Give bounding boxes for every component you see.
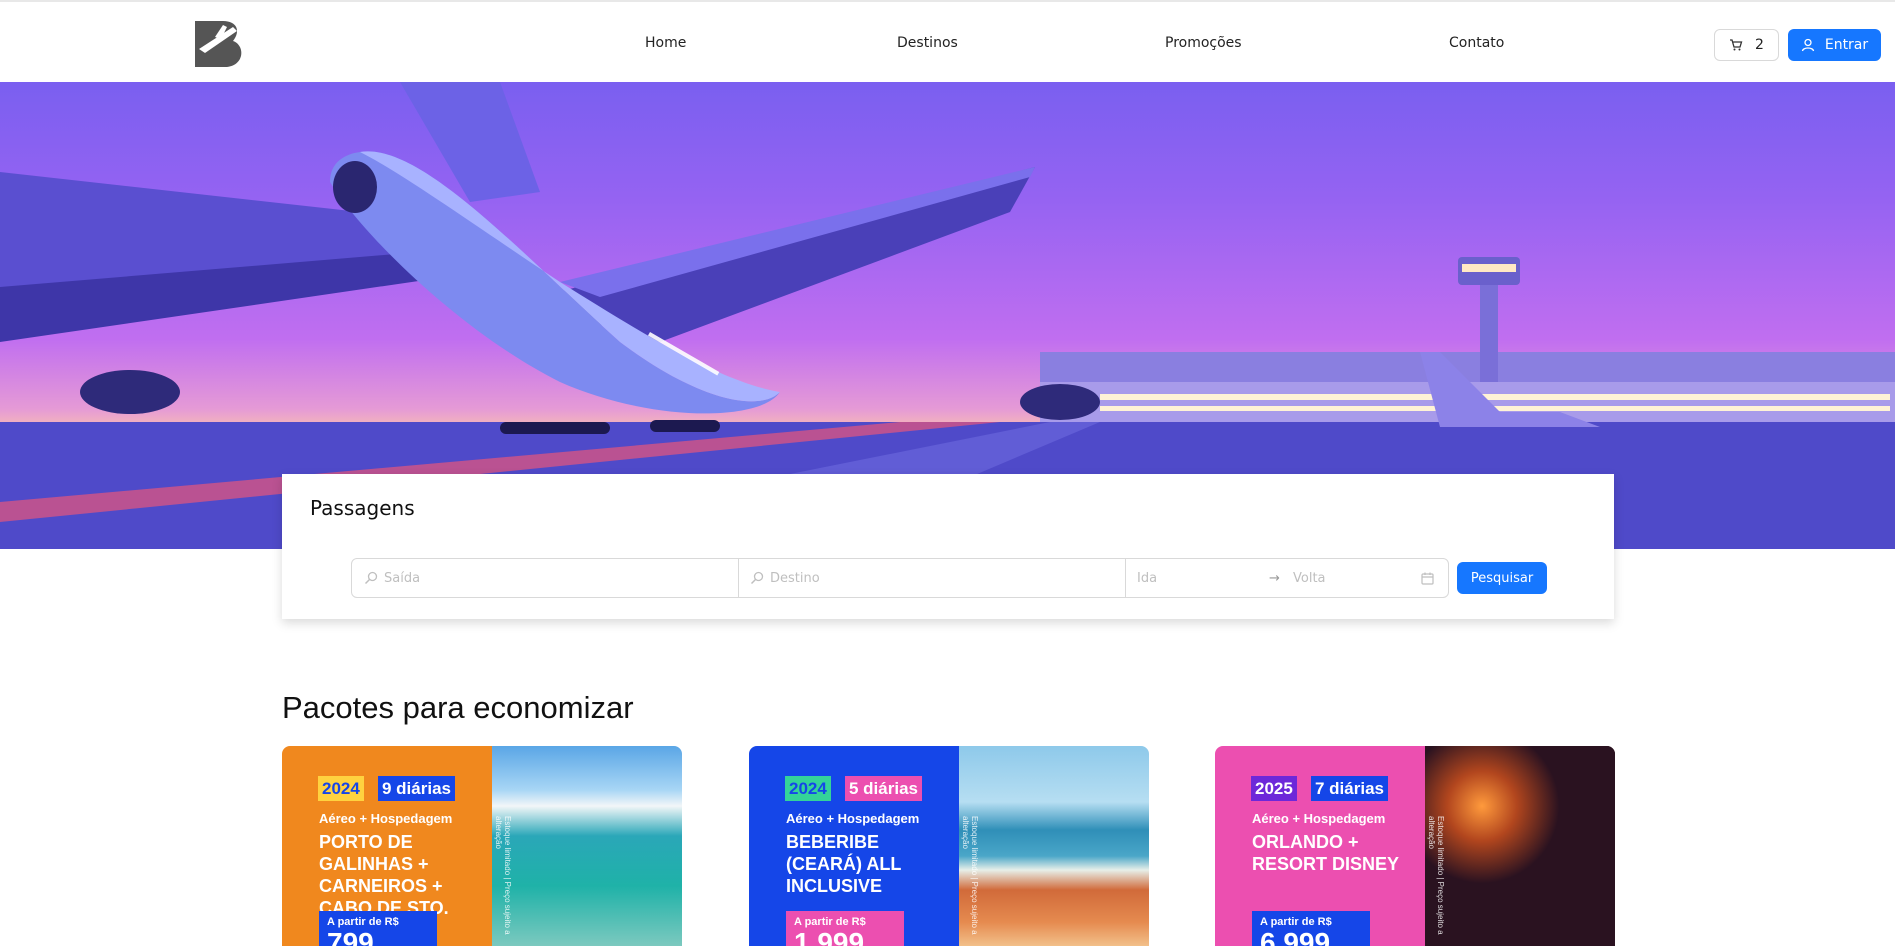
cart-icon: [1730, 39, 1743, 51]
package-info: 2024 5 diárias Aéreo + Hospedagem BEBERI…: [749, 746, 959, 946]
package-price-box: A partir de R$ 799: [319, 911, 437, 946]
package-name: BEBERIBE (CEARÁ) ALL INCLUSIVE: [786, 832, 901, 896]
top-navbar: Home Destinos Promoções Contato 2 Entrar: [0, 0, 1895, 82]
user-icon: [1801, 38, 1814, 52]
search-title: Passagens: [310, 496, 415, 520]
search-button[interactable]: Pesquisar: [1457, 562, 1547, 594]
package-price-box: A partir de R$ 6.999: [1252, 911, 1370, 946]
nav-destinos[interactable]: Destinos: [897, 35, 958, 51]
search-icon: [750, 571, 764, 585]
packages-title: Pacotes para economizar: [282, 690, 634, 725]
cart-button[interactable]: 2: [1714, 29, 1779, 61]
logo[interactable]: [193, 19, 247, 69]
package-year: 2024: [785, 776, 831, 801]
package-price: 6.999: [1260, 927, 1331, 946]
package-name: ORLANDO + RESORT DISNEY: [1252, 832, 1400, 874]
package-price: 1.999: [794, 927, 865, 946]
package-days: 5 diárias: [845, 776, 922, 801]
destination-field[interactable]: Destino: [750, 559, 1120, 597]
package-note: Estoque limitado | Preço sujeito a alter…: [494, 816, 512, 935]
arrow-right-icon: →: [1269, 570, 1280, 586]
package-year: 2025: [1251, 776, 1297, 801]
package-year: 2024: [318, 776, 364, 801]
departure-date-field[interactable]: Ida: [1137, 559, 1267, 597]
package-card[interactable]: 2024 9 diárias Aéreo + Hospedagem PORTO …: [282, 746, 682, 946]
package-price-box: A partir de R$ 1.999: [786, 911, 904, 946]
nav-promocoes[interactable]: Promoções: [1165, 35, 1242, 51]
package-info: 2024 9 diárias Aéreo + Hospedagem PORTO …: [282, 746, 492, 946]
package-subtitle: Aéreo + Hospedagem: [319, 811, 453, 826]
divider: [1125, 559, 1126, 597]
cart-count: 2: [1755, 37, 1764, 53]
package-info: 2025 7 diárias Aéreo + Hospedagem ORLAND…: [1215, 746, 1425, 946]
login-button[interactable]: Entrar: [1788, 29, 1881, 61]
origin-field[interactable]: Saída: [364, 559, 734, 597]
login-label: Entrar: [1824, 37, 1869, 53]
return-placeholder: Volta: [1293, 570, 1326, 586]
beach-photo: Estoque limitado | Preço sujeito a alter…: [492, 746, 682, 946]
divider: [738, 559, 739, 597]
package-subtitle: Aéreo + Hospedagem: [786, 811, 920, 826]
departure-placeholder: Ida: [1137, 570, 1158, 586]
package-card[interactable]: 2025 7 diárias Aéreo + Hospedagem ORLAND…: [1215, 746, 1615, 946]
beach-cliff-photo: Estoque limitado | Preço sujeito a alter…: [959, 746, 1149, 946]
package-card[interactable]: 2024 5 diárias Aéreo + Hospedagem BEBERI…: [749, 746, 1149, 946]
origin-placeholder: Saída: [384, 570, 421, 586]
nav-home[interactable]: Home: [645, 35, 686, 51]
destination-placeholder: Destino: [770, 570, 820, 586]
castle-fireworks-photo: Estoque limitado | Preço sujeito a alter…: [1425, 746, 1615, 946]
return-date-field[interactable]: Volta: [1293, 559, 1413, 597]
package-price: 799: [327, 927, 374, 946]
package-note: Estoque limitado | Preço sujeito a alter…: [961, 816, 979, 935]
package-note: Estoque limitado | Preço sujeito a alter…: [1427, 816, 1445, 935]
nav-contato[interactable]: Contato: [1449, 35, 1504, 51]
package-subtitle: Aéreo + Hospedagem: [1252, 811, 1386, 826]
package-days: 7 diárias: [1311, 776, 1388, 801]
package-days: 9 diárias: [378, 776, 455, 801]
search-icon: [364, 571, 378, 585]
search-bar: Saída Destino Ida → Volta: [351, 558, 1449, 598]
calendar-icon[interactable]: [1421, 559, 1441, 597]
flight-search-card: Passagens Saída Destino Ida → Volta Pesq…: [282, 474, 1614, 619]
